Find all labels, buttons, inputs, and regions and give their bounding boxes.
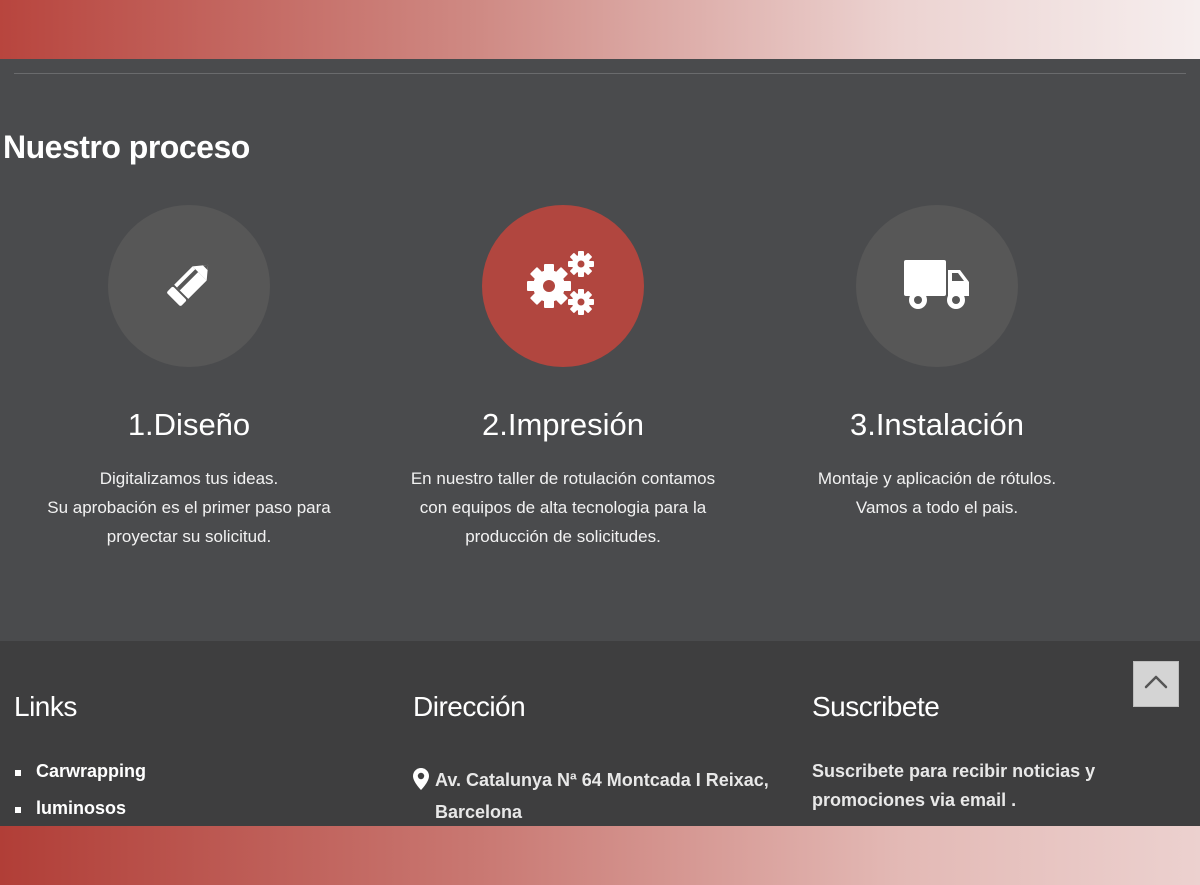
gears-icon (523, 248, 603, 325)
address-title: Dirección (413, 691, 526, 722)
chevron-up-icon (1144, 675, 1168, 694)
back-to-top-button[interactable] (1133, 661, 1179, 707)
background-band (0, 826, 1200, 885)
link-item[interactable]: Carwrapping (14, 761, 146, 798)
step-install: 3.Instalación Montaje y aplicación de ró… (747, 205, 1127, 522)
step-description: Digitalizamos tus ideas. Su aprobación e… (47, 469, 331, 546)
step-description: Montaje y aplicación de rótulos. Vamos a… (817, 469, 1057, 517)
step-design: 1.Diseño Digitalizamos tus ideas. Su apr… (0, 205, 379, 551)
address-text: Av. Catalunya Nª 64 Montcada I Reixac, B… (435, 770, 769, 822)
page-frame: Nuestro proceso 1.Diseño Digitalizamos t… (0, 59, 1200, 826)
divider (14, 73, 1186, 74)
footer: Links Carwrapping luminosos Dirección Av… (0, 641, 1200, 826)
step-circle-install (856, 205, 1018, 367)
step-circle-design (108, 205, 270, 367)
links-list: Carwrapping luminosos (14, 761, 146, 826)
process-section: Nuestro proceso 1.Diseño Digitalizamos t… (0, 59, 1200, 641)
section-title: Nuestro proceso (3, 129, 250, 165)
subscribe-text: Suscribete para recibir noticias y promo… (812, 761, 1096, 810)
map-marker-icon (413, 764, 435, 826)
links-title: Links (14, 691, 77, 722)
step-title: 2.Impresión (482, 407, 644, 442)
step-description: En nuestro taller de rotulación contamos… (410, 469, 716, 546)
step-title: 3.Instalación (849, 407, 1025, 442)
truck-icon (902, 256, 972, 317)
step-print: 2.Impresión En nuestro taller de rotulac… (373, 205, 753, 551)
link-item[interactable]: luminosos (14, 798, 146, 826)
subscribe-title: Suscribete (812, 691, 940, 722)
pencil-icon (157, 252, 221, 321)
step-circle-print (482, 205, 644, 367)
address-block: Av. Catalunya Nª 64 Montcada I Reixac, B… (413, 764, 793, 826)
step-title: 1.Diseño (127, 407, 251, 442)
